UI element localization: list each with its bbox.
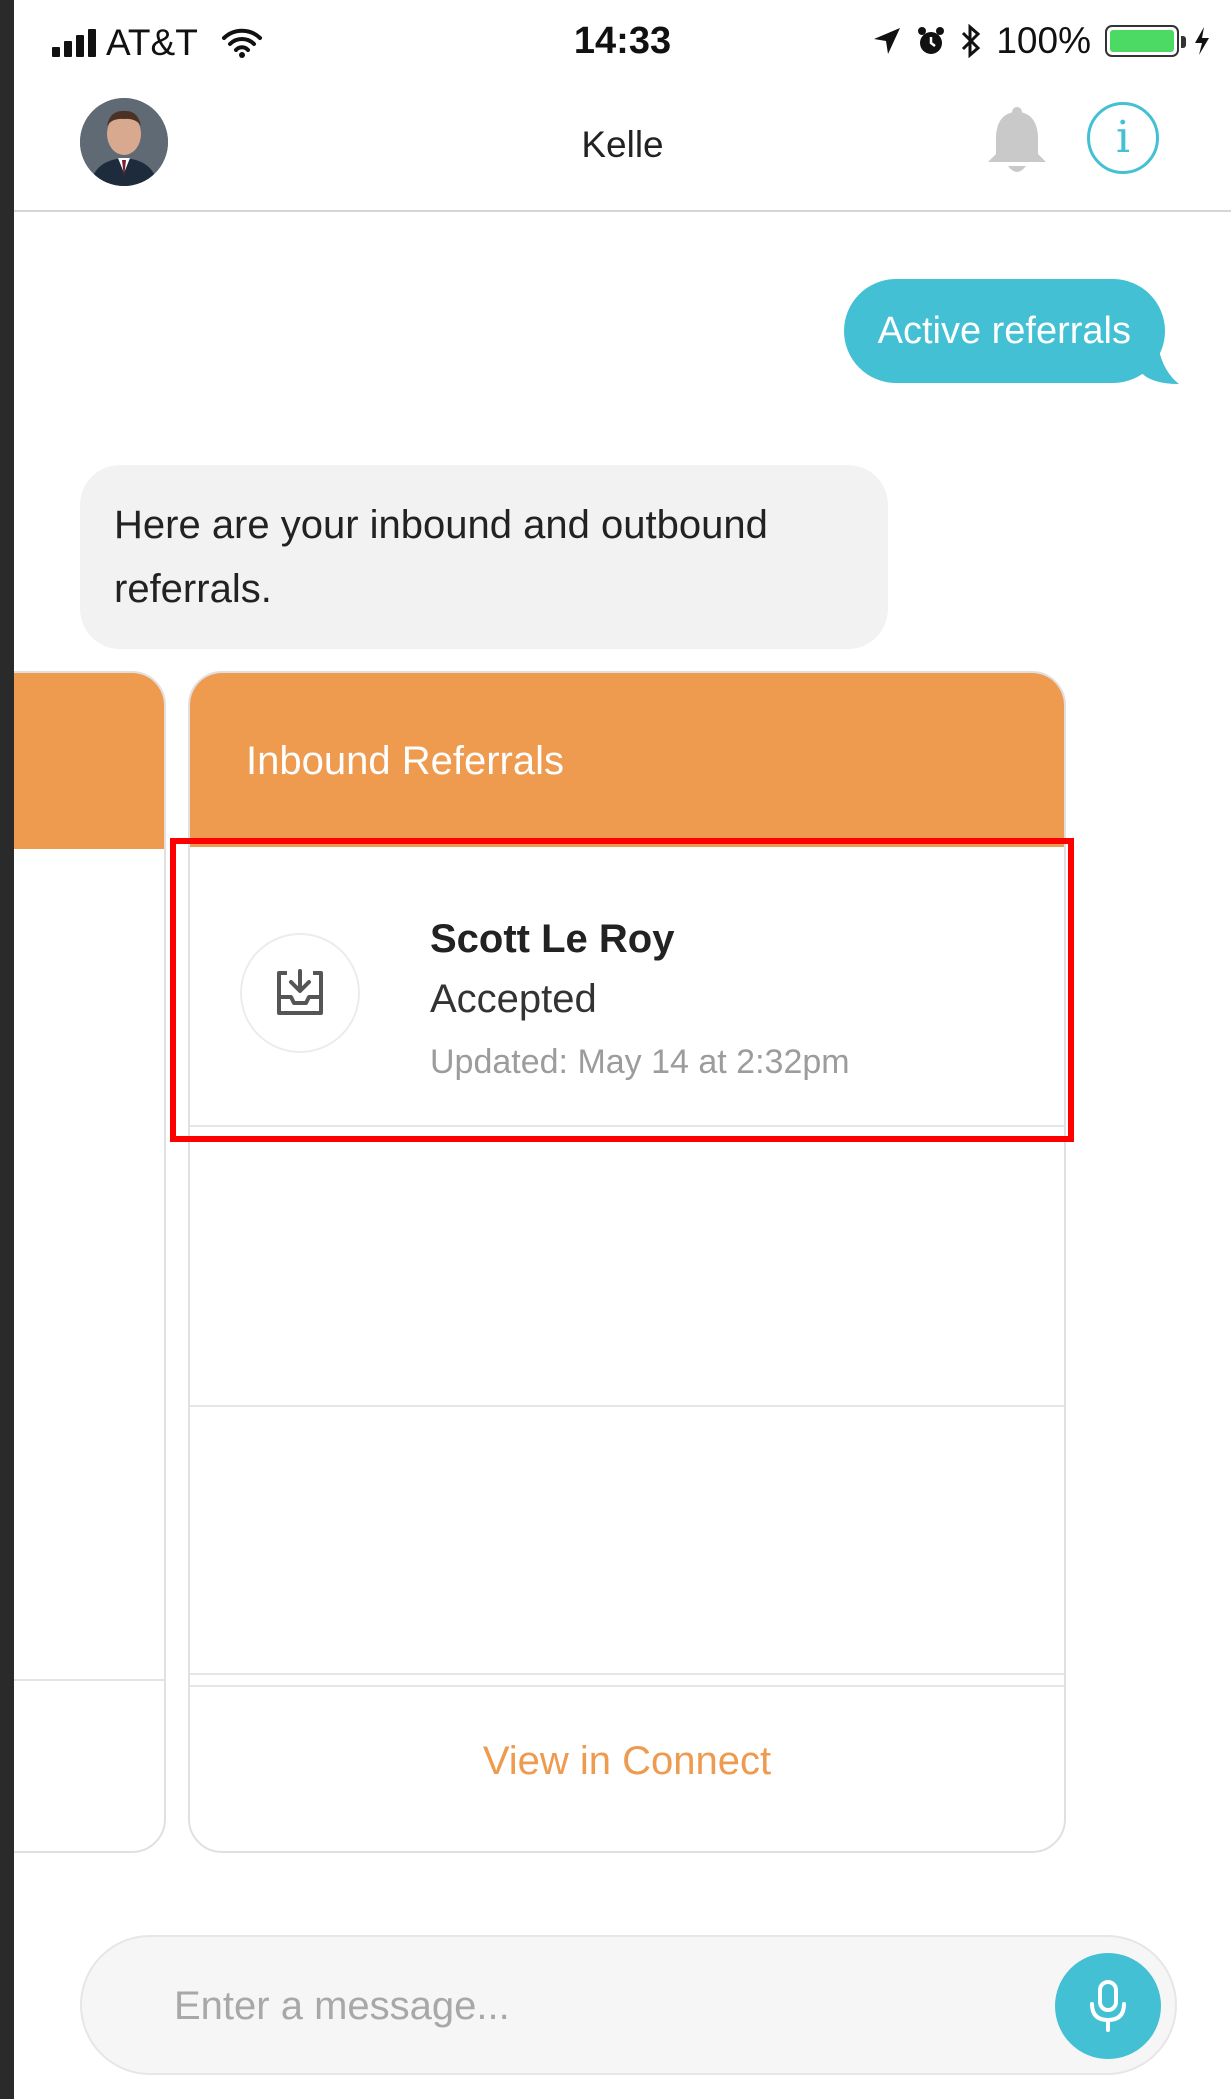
message-input[interactable] xyxy=(172,1967,976,2045)
microphone-icon[interactable] xyxy=(1055,1953,1161,2059)
app-screen: AT&T 14:33 100% Kelle i Active referrals… xyxy=(14,0,1231,2099)
status-right: 100% xyxy=(872,20,1211,62)
view-in-connect-link[interactable]: View in Connect xyxy=(190,1673,1064,1851)
outgoing-message: Active referrals xyxy=(843,279,1165,383)
info-icon[interactable]: i xyxy=(1087,102,1159,174)
empty-row xyxy=(190,1407,1064,1687)
charging-bolt-icon xyxy=(1195,27,1209,55)
card-header-title: Inbound Referrals xyxy=(190,673,1064,847)
highlight-box xyxy=(170,838,1074,1142)
battery-level xyxy=(1110,30,1174,52)
battery-percent: 100% xyxy=(996,20,1091,61)
nav-bar: Kelle i xyxy=(14,80,1231,212)
incoming-message: Here are your inbound and outbound refer… xyxy=(80,465,888,649)
bluetooth-icon xyxy=(962,24,981,58)
message-composer xyxy=(80,1935,1177,2075)
battery-icon xyxy=(1105,25,1186,57)
bell-icon[interactable] xyxy=(982,106,1052,183)
status-bar: AT&T 14:33 100% xyxy=(14,0,1231,80)
empty-row xyxy=(190,1127,1064,1407)
outbound-referrals-card-peek[interactable] xyxy=(14,671,166,1853)
card-header-peek xyxy=(14,673,164,849)
location-arrow-icon xyxy=(874,28,901,54)
alarm-clock-icon xyxy=(918,27,945,54)
